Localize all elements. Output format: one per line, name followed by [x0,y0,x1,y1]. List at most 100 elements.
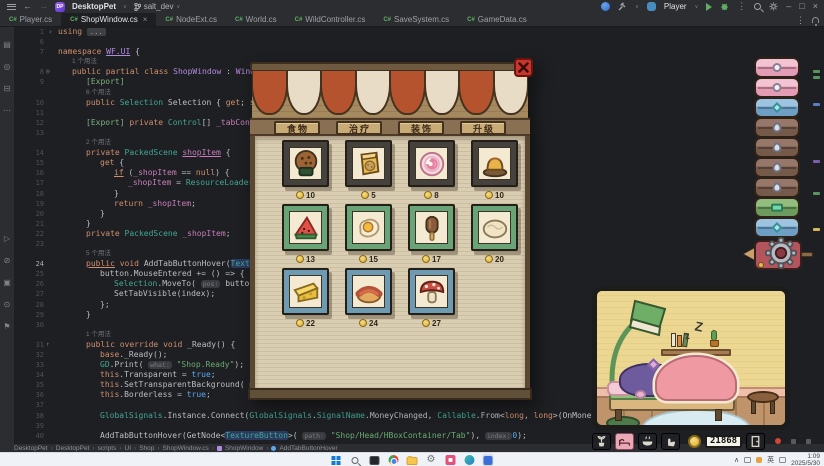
editor-tab-savesystem-cs[interactable]: C#SaveSystem.cs [374,13,458,26]
structure-tool-icon[interactable]: ⊟ [4,85,11,93]
editor-tab-player-cs[interactable]: C#Player.cs [0,13,61,26]
breadcrumb-item[interactable]: ShopWindow [225,445,263,452]
editor-tab-world-cs[interactable]: C#World.cs [226,13,286,26]
chest-pink[interactable] [754,57,800,78]
shop-item-popsicle[interactable] [408,204,455,251]
shop-item-hotdog[interactable] [345,268,392,315]
forward-icon[interactable]: → [39,2,48,11]
shop-item-naruto-fishcake[interactable] [408,140,455,187]
bowl-button[interactable] [638,433,657,450]
maximize-button[interactable]: □ [799,2,804,11]
shop-tab-0[interactable]: 食物 [274,121,320,135]
shop-item-mushroom[interactable] [408,268,455,315]
debug-tool-icon[interactable]: ⊙ [4,301,11,309]
chest-brown[interactable] [754,177,800,198]
breadcrumb-item[interactable]: ShopWindow.cs [163,445,209,452]
close-button[interactable]: × [813,2,818,11]
breadcrumb-item[interactable]: UI [125,445,132,452]
bed-button[interactable] [615,433,634,450]
door-button[interactable] [746,433,765,450]
code-line[interactable]: 6 [14,37,824,47]
override-gutter-icon[interactable]: ↑ [46,340,50,350]
breadcrumb-item[interactable]: DesktopPet [56,445,90,452]
editor-scrollbar[interactable] [812,30,822,440]
class-gutter-icon[interactable]: ◎ [46,67,50,77]
taskbar-icon-folder[interactable] [407,455,418,466]
gear-icon[interactable] [764,236,798,270]
ime-indicator[interactable]: 英 [767,455,774,465]
shop-close-button[interactable] [514,58,533,77]
editor-tab-shopwindow-cs[interactable]: C#ShopWindow.cs× [61,13,156,26]
fold-marker-icon[interactable]: › [48,27,53,37]
machine-crank-handle[interactable] [801,252,813,257]
chest-blue[interactable] [754,217,800,238]
taskbar-icon-chrome[interactable] [388,455,399,466]
shop-tab-3[interactable]: 升级 [460,121,506,135]
gacha-machine[interactable] [746,236,810,274]
commit-tool-icon[interactable]: ◎ [4,63,11,71]
shop-item-pudding[interactable] [471,140,518,187]
build-hammer-icon[interactable] [618,2,627,11]
tab-options-icon[interactable]: ⋮ [796,15,805,26]
services-tool-icon[interactable]: ▣ [3,279,11,287]
editor-tab-gamedata-cs[interactable]: C#GameData.cs [458,13,536,26]
problems-tool-icon[interactable]: ⊘ [4,257,11,265]
more-actions-icon[interactable]: ⋮ [737,1,746,12]
tray-icon[interactable] [756,457,762,463]
chest-brown[interactable] [754,117,800,138]
code-line[interactable]: 7namespace WF.UI { [14,47,824,57]
more-tools-icon[interactable]: ⋯ [3,107,11,115]
editor-tab-nodeext-cs[interactable]: C#NodeExt.cs [156,13,226,26]
taskbar-icon-explorer-dark[interactable] [369,455,380,466]
breadcrumb-item[interactable]: Shop [139,445,154,452]
chest-pink[interactable] [754,77,800,98]
editor-tab-wildcontroller-cs[interactable]: C#WildController.cs [286,13,375,26]
shop-item-bread-bag[interactable] [345,140,392,187]
tray-icon[interactable] [744,457,751,463]
breadcrumb-item[interactable]: AddTabButtonHover [279,445,337,452]
search-everywhere-icon[interactable] [754,3,761,10]
main-menu-icon[interactable] [7,2,16,11]
taskbar-icon-app-pink[interactable] [445,455,456,466]
shop-item-watermelon[interactable] [282,204,329,251]
run-config-name[interactable]: Player [664,2,687,11]
project-name[interactable]: DesktopPet [72,2,116,11]
project-tool-icon[interactable]: ▤ [3,41,11,49]
minimize-button[interactable]: – [786,2,791,11]
shop-item-dough[interactable] [471,204,518,251]
assistant-icon[interactable] [601,2,610,11]
taskbar-icon-pet-app[interactable] [483,455,494,466]
chest-blue[interactable] [754,97,800,118]
chest-green[interactable] [754,197,800,218]
run-tool-icon[interactable]: ▷ [4,235,10,243]
shop-item-onigiri-cookie[interactable] [282,140,329,187]
taskbar-icon-search[interactable] [350,455,361,466]
tab-close-icon[interactable]: × [143,15,148,24]
shop-tab-2[interactable]: 装饰 [398,121,444,135]
taskbar-icon-win[interactable] [331,455,342,466]
tray-icon[interactable] [779,457,786,463]
chest-brown[interactable] [754,137,800,158]
shop-tab-1[interactable]: 治疗 [336,121,382,135]
run-button[interactable] [706,3,712,11]
code-line[interactable]: 1›using ... [14,27,824,37]
taskbar-icon-edge[interactable] [464,455,475,466]
notifications-bell-icon[interactable] [812,17,819,23]
vcs-branch[interactable]: salt_dev ∨ [134,2,180,11]
chevron-down-icon[interactable]: ∨ [695,4,699,10]
breadcrumb-item[interactable]: scripts [98,445,117,452]
tray-caret-icon[interactable]: ∧ [734,456,739,464]
taskbar-clock[interactable]: 1:09 2025/5/30 [791,453,820,466]
terminal-tool-icon[interactable]: ⚑ [3,323,10,331]
breadcrumb-item[interactable]: DesktopPet [14,445,48,452]
shop-item-fried-egg[interactable] [345,204,392,251]
debug-button[interactable] [720,2,729,11]
plant-button[interactable] [592,433,611,450]
chevron-down-icon[interactable]: ∨ [635,4,639,10]
hand-button[interactable] [661,433,680,450]
shop-item-cheese[interactable] [282,268,329,315]
taskbar-icon-settings[interactable]: ⚙ [426,455,437,466]
back-icon[interactable]: ← [23,2,32,11]
settings-gear-icon[interactable] [769,2,778,11]
chest-brown[interactable] [754,157,800,178]
